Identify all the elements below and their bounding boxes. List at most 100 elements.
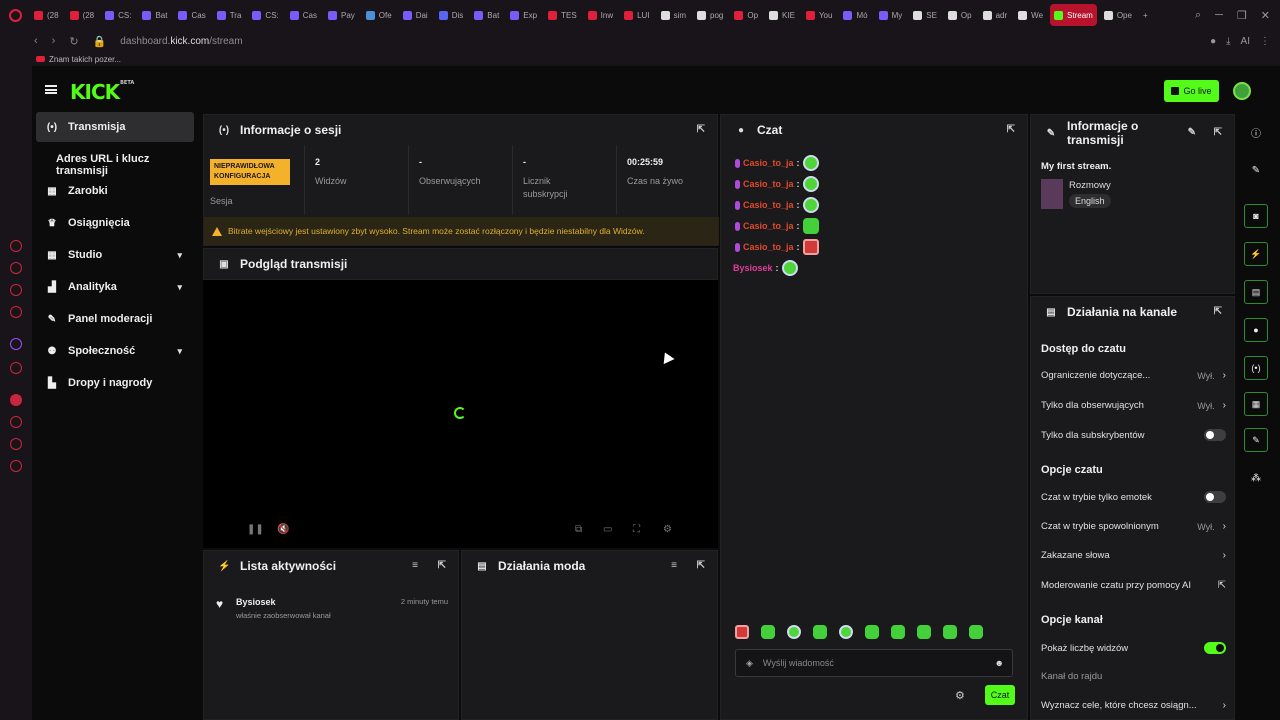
emote-icon[interactable]: [917, 625, 931, 639]
twitch-icon[interactable]: [10, 338, 22, 350]
forward-icon[interactable]: ›: [52, 35, 56, 48]
browser-tab[interactable]: TES: [544, 4, 581, 26]
banned-words-row[interactable]: Zakazane słowa ›: [1041, 550, 1226, 561]
popout-icon[interactable]: ⇱: [697, 560, 705, 571]
ai-button[interactable]: AI: [1241, 36, 1250, 47]
kick-logo[interactable]: KICKBETA: [70, 80, 134, 104]
emote-icon[interactable]: [969, 625, 983, 639]
browser-tab[interactable]: Tra: [213, 4, 246, 26]
url-field[interactable]: dashboard.kick.com/stream: [120, 36, 242, 47]
back-icon[interactable]: ‹: [34, 35, 38, 48]
browser-tab[interactable]: Dis: [435, 4, 468, 26]
add-widget-icon[interactable]: ⁂: [1250, 472, 1262, 484]
chat-username[interactable]: Casio_to_ja: [743, 158, 794, 168]
sidebar-item-zarobki[interactable]: ▦ Zarobki: [36, 176, 194, 206]
browser-tab[interactable]: pog: [693, 4, 727, 26]
reload-icon[interactable]: ↻: [69, 35, 78, 48]
chat-settings-icon[interactable]: ⚙: [955, 689, 965, 702]
chat-username[interactable]: Casio_to_ja: [743, 179, 794, 189]
opera-logo-icon[interactable]: [0, 0, 30, 30]
browser-tab[interactable]: KIE: [765, 4, 799, 26]
pip-icon[interactable]: ⧉: [575, 524, 582, 535]
extensions-icon[interactable]: [10, 438, 22, 450]
menu-icon[interactable]: ⋮: [1260, 36, 1270, 47]
browser-tab[interactable]: Cas: [286, 4, 321, 26]
emote-icon[interactable]: [813, 625, 827, 639]
category-name[interactable]: Rozmowy: [1069, 180, 1111, 191]
sidebar-item-studio[interactable]: ▦ Studio ▾: [36, 240, 194, 270]
popout-icon[interactable]: ⇱: [1007, 124, 1015, 135]
browser-tab[interactable]: Bat: [470, 4, 503, 26]
emote-icon[interactable]: [943, 625, 957, 639]
filter-icon[interactable]: ≡: [412, 560, 418, 571]
browser-tab[interactable]: You: [802, 4, 837, 26]
browser-tab[interactable]: We: [1014, 4, 1047, 26]
browser-tab[interactable]: Inw: [584, 4, 617, 26]
sidebar-item-panel-moderacji[interactable]: ✎ Panel moderacji: [36, 304, 194, 334]
popout-icon[interactable]: ⇱: [1214, 127, 1222, 138]
stream-preview-video[interactable]: ❚❚ 🔇 ⧉ ▭ ⛶ ⚙: [203, 280, 718, 548]
avatar[interactable]: [1233, 82, 1251, 100]
profile-icon[interactable]: ●: [1210, 36, 1216, 47]
sidebar-item-analityka[interactable]: ▟ Analityka ▾: [36, 272, 194, 302]
filter-icon[interactable]: ≡: [671, 560, 677, 571]
pause-icon[interactable]: ❚❚: [247, 524, 264, 535]
store-icon[interactable]: ▦: [1244, 392, 1268, 416]
browser-tab[interactable]: Mó: [839, 4, 871, 26]
emote-icon[interactable]: [839, 625, 853, 639]
chat-username[interactable]: Casio_to_ja: [743, 242, 794, 252]
broadcast-icon[interactable]: (•): [1244, 356, 1268, 380]
browser-tab[interactable]: adr: [979, 4, 1012, 26]
sidebar-item-transmisja[interactable]: (•) Transmisja: [36, 112, 194, 142]
activity-user[interactable]: Bysiosek: [236, 597, 276, 607]
camera-icon[interactable]: ◙: [1244, 204, 1268, 228]
chat-input[interactable]: ◈ Wyślij wiadomość ☻: [735, 649, 1013, 677]
browser-tab[interactable]: Cas: [174, 4, 209, 26]
browser-tab[interactable]: sim: [657, 4, 690, 26]
goals-row[interactable]: Wyznacz cele, które chcesz osiągn... ›: [1041, 700, 1226, 711]
browser-tab[interactable]: CS:: [248, 4, 282, 26]
browser-tab[interactable]: SE: [909, 4, 941, 26]
sidebar-item-osiagniecia[interactable]: ♛ Osiągnięcia: [36, 208, 194, 238]
sidebar-item-stream-key[interactable]: Adres URL i klucz transmisji: [56, 153, 202, 177]
browser-tab[interactable]: Dai: [399, 4, 432, 26]
emote-icon[interactable]: [865, 625, 879, 639]
browser-tab[interactable]: Bat: [138, 4, 171, 26]
emoji-icon[interactable]: ☻: [995, 658, 1004, 668]
chat-username[interactable]: Casio_to_ja: [743, 221, 794, 231]
bookmark-item[interactable]: Znam takich pozer...: [49, 55, 121, 64]
minimize-icon[interactable]: ─: [1215, 9, 1223, 22]
browser-tab[interactable]: (28: [30, 4, 63, 26]
search-icon[interactable]: ⌕: [1195, 9, 1201, 22]
chat-username[interactable]: Bysiosek: [733, 263, 773, 273]
show-viewers-toggle[interactable]: [1204, 642, 1226, 654]
mute-icon[interactable]: 🔇: [277, 524, 289, 535]
info-icon[interactable]: ⓘ: [1250, 126, 1262, 140]
chat-icon[interactable]: ●: [1244, 318, 1268, 342]
browser-tab[interactable]: Ofe: [362, 4, 396, 26]
raid-channel-row[interactable]: Kanał do rajdu: [1041, 671, 1226, 682]
popout-icon[interactable]: ⇱: [438, 560, 446, 571]
send-chat-button[interactable]: Czat: [985, 685, 1015, 705]
browser-tab[interactable]: (28: [66, 4, 99, 26]
emote-icon[interactable]: [891, 625, 905, 639]
emote-icon[interactable]: [761, 625, 775, 639]
opera-sidebar-icon[interactable]: [10, 240, 22, 252]
document-icon[interactable]: ▤: [1244, 280, 1268, 304]
music-icon[interactable]: [10, 394, 22, 406]
emote-icon[interactable]: [735, 625, 749, 639]
opera-sidebar-icon[interactable]: [10, 362, 22, 374]
browser-tab[interactable]: Op: [730, 4, 762, 26]
browser-tab[interactable]: Op: [944, 4, 976, 26]
emote-icon[interactable]: [787, 625, 801, 639]
chat-restriction-row[interactable]: Ograniczenie dotyczące... Wył. ›: [1041, 370, 1226, 381]
chat-username[interactable]: Casio_to_ja: [743, 200, 794, 210]
opera-sidebar-icon[interactable]: [10, 284, 22, 296]
download-icon[interactable]: ⤓: [1226, 36, 1230, 47]
theater-icon[interactable]: ▭: [603, 524, 612, 535]
sidebar-item-dropy[interactable]: ▙ Dropy i nagrody: [36, 368, 194, 398]
ai-moderation-row[interactable]: Moderowanie czatu przy pomocy AI ⇱: [1041, 580, 1226, 591]
lightning-icon[interactable]: ⚡: [1244, 242, 1268, 266]
opera-sidebar-icon[interactable]: [10, 262, 22, 274]
subscribers-only-toggle[interactable]: [1204, 429, 1226, 441]
